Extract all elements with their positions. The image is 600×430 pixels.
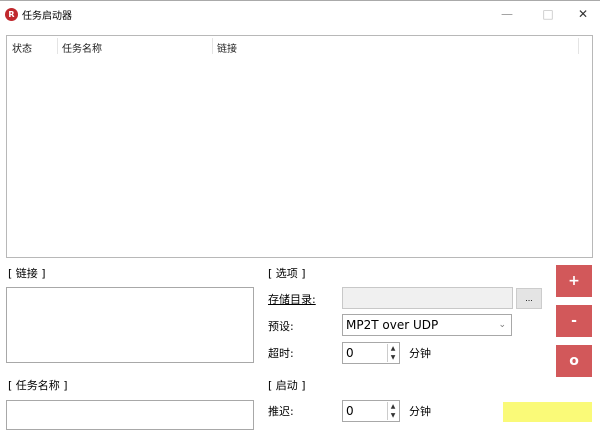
app-icon: R [5, 8, 18, 21]
task-name-input[interactable] [6, 400, 254, 430]
stepper-arrows-icon[interactable]: ▲ ▼ [387, 344, 398, 362]
window-title: 任务启动器 [22, 11, 72, 22]
storage-dir-label[interactable]: 存储目录: [268, 291, 316, 307]
minimize-button[interactable]: — [497, 5, 517, 23]
column-link[interactable]: 链接 [217, 40, 237, 55]
timeout-label: 超时: [268, 347, 294, 360]
delay-unit: 分钟 [409, 405, 431, 418]
timeout-stepper[interactable]: 0 ▲ ▼ [342, 342, 400, 364]
title-bar: R 任务启动器 — □ ✕ [0, 0, 600, 28]
column-task-name[interactable]: 任务名称 [62, 40, 102, 55]
delay-value: 0 [346, 404, 354, 418]
close-button[interactable]: ✕ [573, 5, 593, 23]
task-name-section-label: [ 任务名称 ] [8, 379, 68, 392]
storage-dir-input[interactable] [342, 287, 513, 309]
timeout-unit: 分钟 [409, 347, 431, 360]
delay-label: 推迟: [268, 405, 294, 418]
browse-button[interactable]: ... [516, 288, 542, 309]
column-divider[interactable] [57, 38, 58, 54]
preset-value: MP2T over UDP [346, 318, 439, 332]
column-status[interactable]: 状态 [12, 40, 32, 55]
link-textarea[interactable] [6, 287, 254, 363]
delay-stepper[interactable]: 0 ▲ ▼ [342, 400, 400, 422]
remove-task-button[interactable]: - [556, 305, 592, 337]
preset-select[interactable]: MP2T over UDP ⌄ [342, 314, 512, 336]
maximize-button[interactable]: □ [538, 5, 558, 23]
stepper-arrows-icon[interactable]: ▲ ▼ [387, 402, 398, 420]
launch-section-label: [ 启动 ] [268, 379, 306, 392]
column-divider[interactable] [578, 38, 579, 54]
column-divider[interactable] [212, 38, 213, 54]
link-section-label: [ 链接 ] [8, 267, 46, 280]
options-section-label: [ 选项 ] [268, 267, 306, 280]
timeout-value: 0 [346, 346, 354, 360]
reset-button[interactable]: o [556, 345, 592, 377]
preset-label: 预设: [268, 320, 294, 333]
add-task-button[interactable]: + [556, 265, 592, 297]
start-button[interactable] [503, 402, 592, 422]
chevron-down-icon: ⌄ [498, 320, 506, 330]
task-list[interactable]: 状态 任务名称 链接 [6, 35, 593, 258]
